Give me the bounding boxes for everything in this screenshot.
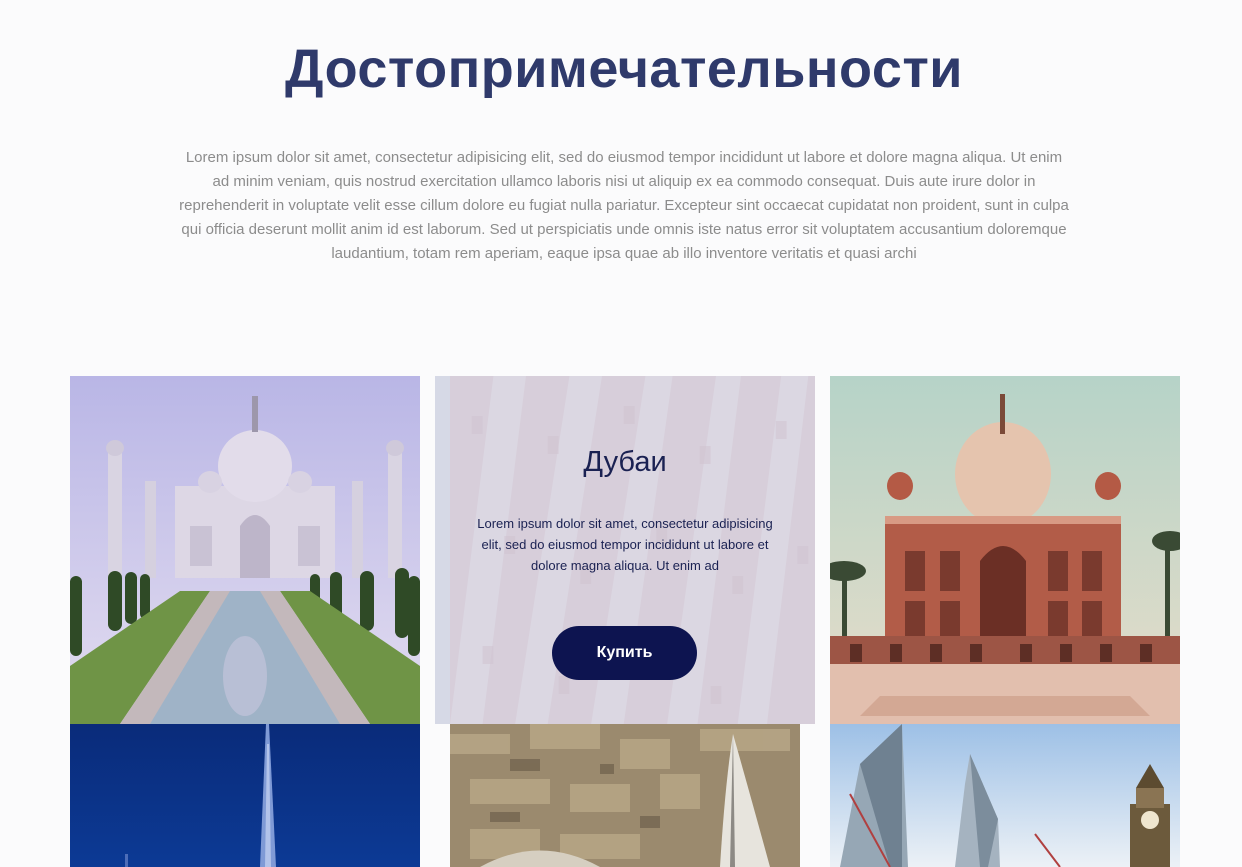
section-intro: Lorem ipsum dolor sit amet, consectetur … <box>179 149 1069 262</box>
featured-card: Дубаи Lorem ipsum dolor sit amet, consec… <box>435 376 815 724</box>
gallery-image-night-tower[interactable] <box>70 724 420 867</box>
gallery-image-twin-towers[interactable] <box>830 724 1180 867</box>
attractions-page: Достопримечательности Lorem ipsum dolor … <box>0 0 1242 867</box>
section-title: Достопримечательности <box>284 39 963 99</box>
card-description: Lorem ipsum dolor sit amet, consectetur … <box>477 516 773 573</box>
card-title: Дубаи <box>583 446 667 478</box>
gallery-image-aerial-city[interactable] <box>450 724 800 867</box>
gallery-image-mausoleum[interactable] <box>70 376 420 724</box>
gallery-image-red-tomb[interactable] <box>830 376 1180 724</box>
buy-button[interactable]: Купить <box>552 626 697 680</box>
